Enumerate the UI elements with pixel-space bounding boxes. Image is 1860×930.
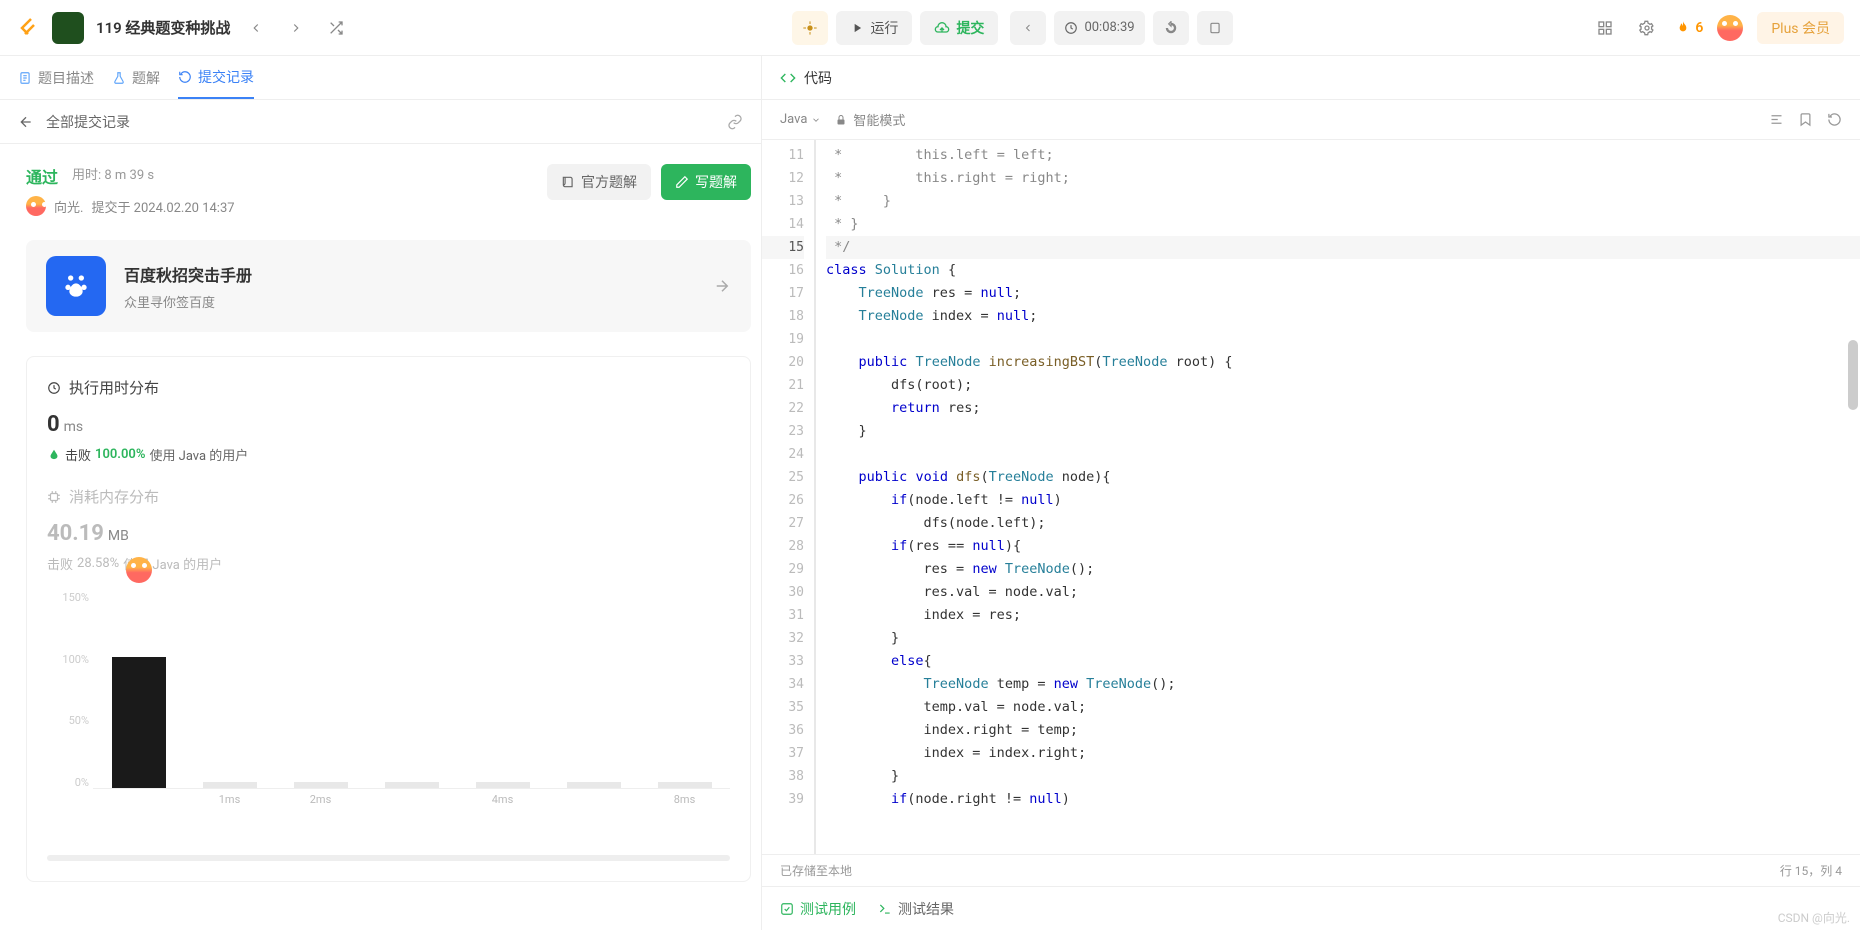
status-time: 用时: 8 m 39 s [72,164,154,183]
format-icon[interactable] [1769,112,1784,127]
book-icon [561,175,575,189]
timer[interactable]: 00:08:39 [1054,11,1144,45]
fire-icon [1675,20,1691,36]
memory-unit: MB [108,528,129,544]
dashboard-icon[interactable] [1591,14,1619,42]
runtime-title: 执行用时分布 [69,377,159,398]
submit-label: 提交 [956,18,984,38]
code-header: 代码 [762,56,1860,100]
settings-icon[interactable] [1633,14,1661,42]
baidu-icon [46,256,106,316]
play-icon [850,21,864,35]
code-title: 代码 [804,68,832,88]
clock-icon [47,381,61,395]
submit-button[interactable]: 提交 [920,11,998,45]
bookmark-icon[interactable] [1798,112,1813,127]
promo-title: 百度秋招突击手册 [124,262,252,286]
tab-description[interactable]: 题目描述 [18,56,94,99]
streak-count: 6 [1695,20,1703,36]
promo-card[interactable]: 百度秋招突击手册 众里寻你签百度 [26,240,751,332]
timer-reset-button[interactable] [1153,11,1189,45]
code-tab-icon [780,70,796,86]
submitted-at: 提交于 2024.02.20 14:37 [91,197,234,216]
editor-scrollbar[interactable] [1848,340,1858,410]
avatar[interactable] [1717,15,1743,41]
subhead-title: 全部提交记录 [46,112,130,132]
terminal-icon [878,902,892,916]
code-editor[interactable]: 1112131415161718192021222324252627282930… [762,140,1860,854]
edit-icon [675,175,689,189]
promo-sub: 众里寻你签百度 [124,292,252,311]
memory-title: 消耗内存分布 [69,486,159,507]
smart-mode[interactable]: 智能模式 [835,110,905,129]
run-label: 运行 [870,18,898,38]
right-panel: 代码 Java 智能模式 111213141516171819202122232… [762,56,1860,930]
runtime-pct: 100.00% [95,447,145,462]
submissions-subhead: 全部提交记录 [0,100,761,144]
language-selector[interactable]: Java [780,112,821,127]
left-scroll[interactable]: 通过 用时: 8 m 39 s 向光. 提交于 2024.02.20 14:37… [0,144,761,930]
check-square-icon [780,902,794,916]
official-solution-button[interactable]: 官方题解 [547,164,651,200]
chart-slider[interactable] [47,855,730,861]
timer-icon [1064,21,1078,35]
saved-status: 已存储至本地 [780,862,852,879]
lock-icon [835,114,847,126]
left-panel: 题目描述 题解 提交记录 全部提交记录 通过 用时: 8 m 39 s 向光. [0,56,762,930]
runtime-value: 0 [47,412,60,437]
debug-button[interactable] [792,11,828,45]
flask-icon [112,71,126,85]
user-avatar [26,196,46,216]
link-icon[interactable] [727,114,743,130]
chevron-right-icon [713,277,731,295]
history-icon [178,70,192,84]
tab-test-cases[interactable]: 测试用例 [780,899,856,919]
runtime-stats-card: 执行用时分布 0ms 击败 100.00% 使用 Java 的用户 消耗内存分布… [26,356,751,882]
write-solution-button[interactable]: 写题解 [661,164,751,200]
cursor-pos: 行 15，列 4 [1780,862,1842,879]
memory-pct: 28.58% [77,556,119,571]
left-tabs: 题目描述 题解 提交记录 [0,56,761,100]
reset-icon[interactable] [1827,112,1842,127]
leetcode-logo-icon[interactable] [16,16,40,40]
chevron-down-icon [811,115,821,125]
clap-icon [47,448,61,462]
plus-button[interactable]: Plus 会员 [1757,12,1844,44]
cloud-upload-icon [934,20,950,36]
test-bar: 测试用例 测试结果 [762,886,1860,930]
code-subhead: Java 智能模式 [762,100,1860,140]
runtime-chart: 0%50%100%150% 1ms2ms4ms8ms [47,591,730,821]
memory-value: 40.19 [47,521,104,546]
run-button[interactable]: 运行 [836,11,912,45]
header: 119 经典题变种挑战 运行 提交 00:08:39 6 Plus 会员 [0,0,1860,56]
back-arrow-icon[interactable] [18,114,34,130]
timer-value: 00:08:39 [1084,20,1134,35]
tab-test-results[interactable]: 测试结果 [878,899,954,919]
user-name: 向光. [54,197,83,216]
doc-icon [18,71,32,85]
runtime-unit: ms [64,419,84,435]
next-button[interactable] [282,14,310,42]
prev-button[interactable] [242,14,270,42]
code-footer: 已存储至本地 行 15，列 4 [762,854,1860,886]
header-right: 6 Plus 会员 [1591,12,1844,44]
problem-title: 119 经典题变种挑战 [96,17,230,38]
streak[interactable]: 6 [1675,20,1703,36]
watermark: CSDN @向光. [1778,909,1850,926]
tab-submissions[interactable]: 提交记录 [178,56,254,99]
main: 题目描述 题解 提交记录 全部提交记录 通过 用时: 8 m 39 s 向光. [0,56,1860,930]
status-pass: 通过 [26,164,58,188]
notes-button[interactable] [1197,11,1233,45]
shuffle-button[interactable] [322,14,350,42]
timer-prev-button[interactable] [1010,11,1046,45]
problem-set-icon[interactable] [52,12,84,44]
memory-icon [47,490,61,504]
run-controls: 运行 提交 [792,11,998,45]
tab-solution[interactable]: 题解 [112,56,160,99]
